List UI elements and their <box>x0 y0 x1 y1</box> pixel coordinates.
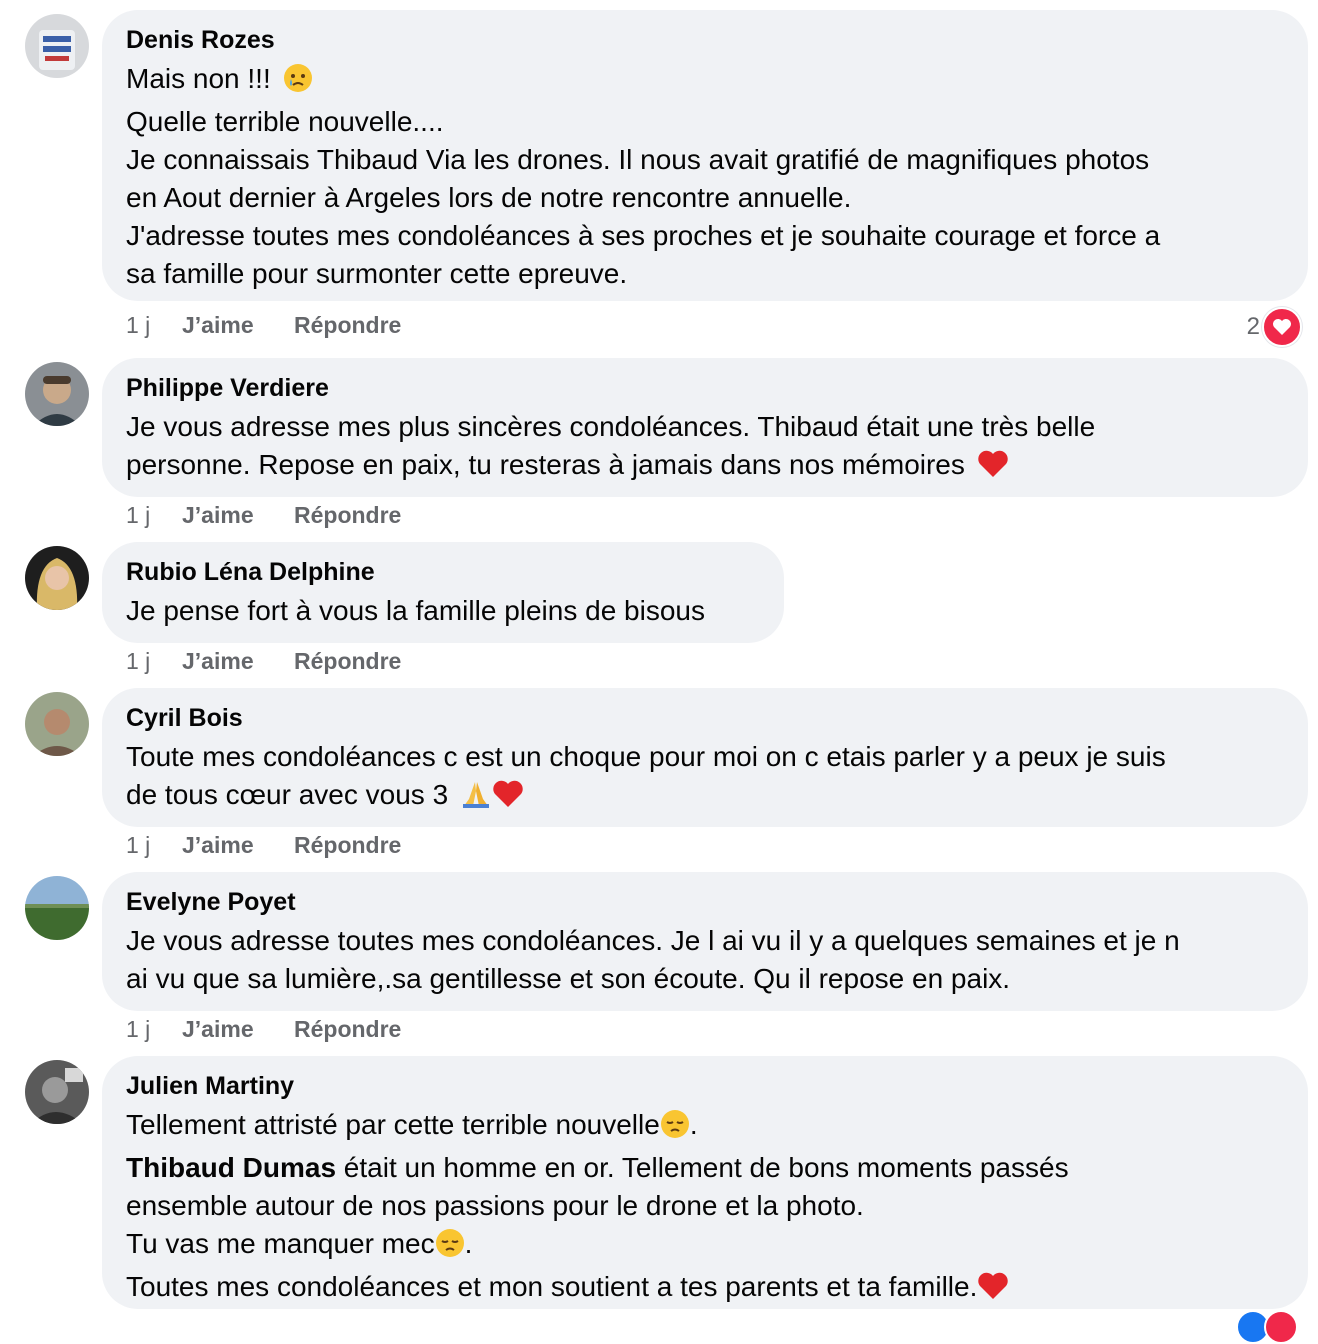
comment-text-line: Tu vas me manquer mec. <box>126 1225 1284 1268</box>
reaction-summary[interactable] <box>1236 1310 1298 1344</box>
pensive-face-emoji <box>660 1109 690 1149</box>
folded-hands-emoji <box>460 779 492 819</box>
reply-button[interactable]: Répondre <box>294 312 401 339</box>
comment-text-line: Thibaud Dumas était un homme en or. Tell… <box>126 1152 1069 1183</box>
comment-bubble: Julien Martiny Tellement attristé par ce… <box>102 1056 1308 1309</box>
like-button[interactable]: J’aime <box>182 1016 294 1043</box>
reaction-count: 2 <box>1246 313 1260 340</box>
avatar[interactable] <box>25 1060 89 1124</box>
comment-time[interactable]: 1 j <box>126 1016 182 1043</box>
comment-author[interactable]: Julien Martiny <box>126 1071 1284 1101</box>
avatar[interactable] <box>25 692 89 756</box>
reply-button[interactable]: Répondre <box>294 648 401 675</box>
comment-text-line: en Aout dernier à Argeles lors de notre … <box>126 182 852 213</box>
comment-time[interactable]: 1 j <box>126 502 182 529</box>
reaction-summary[interactable]: 2 <box>1247 307 1302 347</box>
comment-actions: 1 j J’aime Répondre <box>126 832 401 859</box>
red-heart-emoji <box>492 779 524 819</box>
like-button[interactable]: J’aime <box>182 648 294 675</box>
avatar[interactable] <box>25 362 89 426</box>
comment-text-line: J'adresse toutes mes condoléances à ses … <box>126 220 1161 251</box>
love-reaction-icon <box>1264 1310 1298 1344</box>
reply-button[interactable]: Répondre <box>294 1016 401 1043</box>
comment-time[interactable]: 1 j <box>126 648 182 675</box>
comment-text-line: de tous cœur avec vous 3 <box>126 776 1284 819</box>
comment-text-line: Quelle terrible nouvelle.... <box>126 106 444 137</box>
comment-text-line: ai vu que sa lumière,.sa gentillesse et … <box>126 963 1011 994</box>
comment-text-line: Toute mes condoléances c est un choque p… <box>126 741 1166 772</box>
comment-text-line: Mais non !!! <box>126 60 1284 103</box>
crying-face-emoji <box>283 63 313 103</box>
reply-button[interactable]: Répondre <box>294 832 401 859</box>
comment-text-line: Toutes mes condoléances et mon soutient … <box>126 1268 1284 1311</box>
comment-time[interactable]: 1 j <box>126 312 182 339</box>
comment-author[interactable]: Cyril Bois <box>126 703 1284 733</box>
avatar[interactable] <box>25 546 89 610</box>
comment-author[interactable]: Rubio Léna Delphine <box>126 557 760 587</box>
comment-text-line: Je pense fort à vous la famille pleins d… <box>126 595 705 626</box>
comment-bubble: Philippe Verdiere Je vous adresse mes pl… <box>102 358 1308 497</box>
reply-button[interactable]: Répondre <box>294 502 401 529</box>
avatar[interactable] <box>25 14 89 78</box>
comment-text-line: Je vous adresse toutes mes condoléances.… <box>126 925 1180 956</box>
comment-bubble: Denis Rozes Mais non !!! Quelle terrible… <box>102 10 1308 301</box>
comment-time[interactable]: 1 j <box>126 832 182 859</box>
comment-text-line: Je connaissais Thibaud Via les drones. I… <box>126 144 1150 175</box>
pensive-face-emoji <box>435 1228 465 1268</box>
comment-bubble: Rubio Léna Delphine Je pense fort à vous… <box>102 542 784 643</box>
avatar[interactable] <box>25 876 89 940</box>
love-reaction-icon <box>1262 307 1302 347</box>
like-button[interactable]: J’aime <box>182 502 294 529</box>
comment-text-line: Je vous adresse mes plus sincères condol… <box>126 411 1096 442</box>
comment-bubble: Cyril Bois Toute mes condoléances c est … <box>102 688 1308 827</box>
comment-text-line: ensemble autour de nos passions pour le … <box>126 1190 864 1221</box>
comment-actions: 1 j J’aime Répondre <box>126 648 401 675</box>
comment-actions: 1 j J’aime Répondre <box>126 312 401 339</box>
like-button[interactable]: J’aime <box>182 832 294 859</box>
red-heart-emoji <box>977 1271 1009 1311</box>
comment-text-line: Tellement attristé par cette terrible no… <box>126 1106 1284 1149</box>
red-heart-emoji <box>977 449 1009 489</box>
mention-link[interactable]: Thibaud Dumas <box>126 1152 336 1183</box>
comment-author[interactable]: Philippe Verdiere <box>126 373 1284 403</box>
comment-actions: 1 j J’aime Répondre <box>126 1016 401 1043</box>
comment-author[interactable]: Evelyne Poyet <box>126 887 1284 917</box>
comment-actions: 1 j J’aime Répondre <box>126 502 401 529</box>
comment-author[interactable]: Denis Rozes <box>126 25 1284 55</box>
comment-text-line: personne. Repose en paix, tu resteras à … <box>126 446 1284 489</box>
like-button[interactable]: J’aime <box>182 312 294 339</box>
comment-bubble: Evelyne Poyet Je vous adresse toutes mes… <box>102 872 1308 1011</box>
comment-text-line: sa famille pour surmonter cette epreuve. <box>126 258 628 289</box>
